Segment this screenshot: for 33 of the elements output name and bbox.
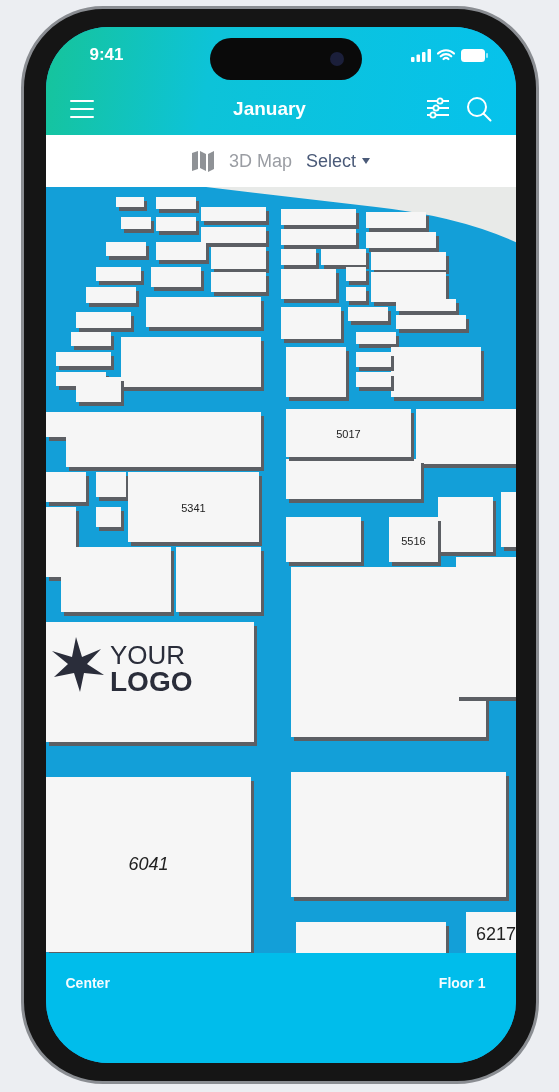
booth-number: 5341 [180, 502, 206, 514]
caret-icon [362, 158, 371, 164]
wifi-icon [436, 48, 455, 62]
menu-button[interactable] [69, 99, 94, 119]
map-icon [190, 150, 215, 172]
booth [285, 347, 349, 401]
booth [70, 332, 114, 350]
booth [105, 242, 149, 260]
signal-icon [410, 48, 431, 62]
booth-number: 6041 [128, 853, 168, 874]
booth [155, 242, 209, 264]
booth [280, 307, 344, 343]
booth [365, 212, 429, 232]
booth [55, 352, 114, 370]
view-label: 3D Map [228, 150, 292, 172]
search-button[interactable] [465, 96, 492, 122]
status-time: 9:41 [89, 45, 124, 65]
booth [95, 507, 124, 531]
booth [115, 197, 147, 211]
battery-icon [460, 48, 488, 62]
booth-number: 6217 [475, 923, 516, 944]
booth [210, 247, 269, 273]
booth [85, 287, 139, 307]
booth [95, 267, 144, 285]
floor-map-drawing[interactable]: 5017 5341 5516 6041 6217 YOUR LOGO [45, 187, 516, 953]
booth [120, 217, 154, 233]
booth [75, 312, 134, 332]
booth [150, 267, 204, 291]
booth-number: 5516 [400, 534, 426, 547]
select-dropdown[interactable]: Select [306, 150, 371, 172]
booth-number: 5017 [335, 428, 361, 440]
header-title: January [233, 98, 306, 120]
logo-star-icon [51, 637, 104, 692]
